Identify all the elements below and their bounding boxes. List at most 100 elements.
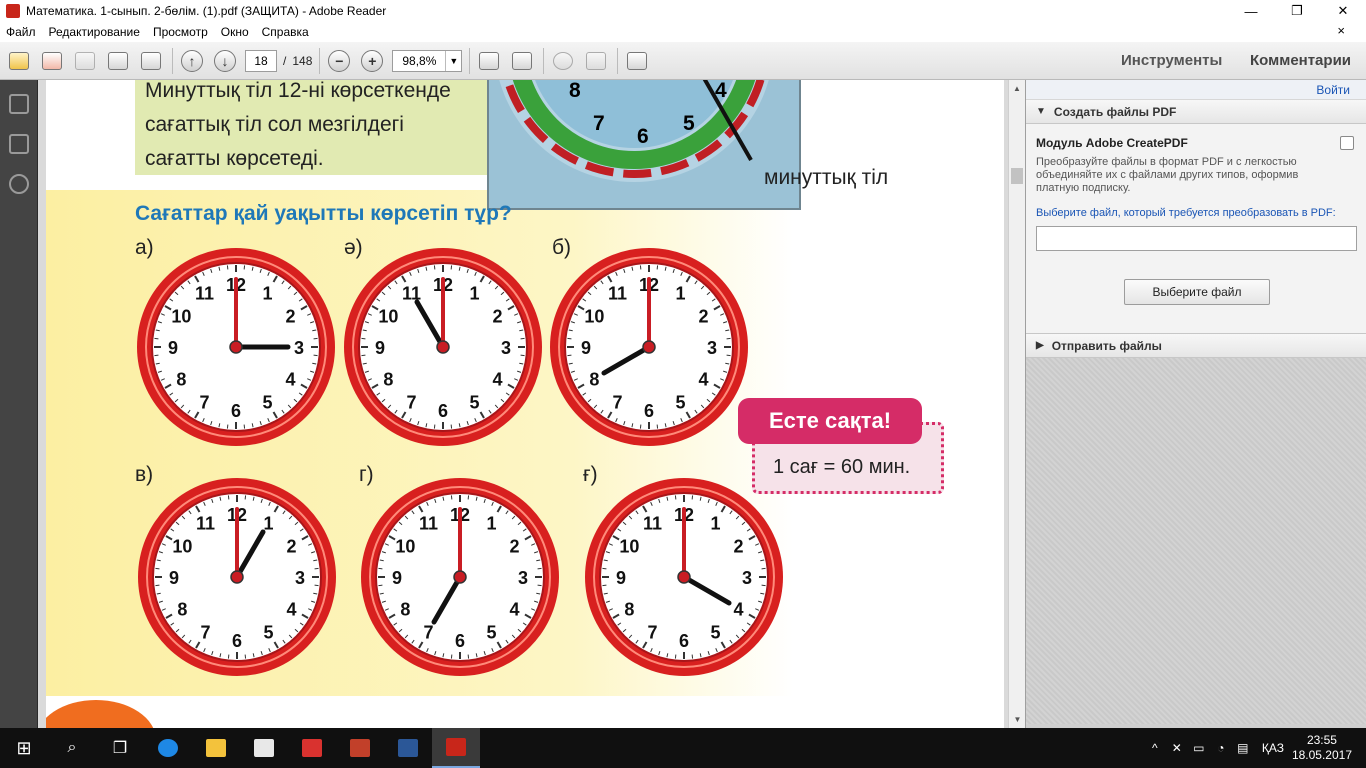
minimize-button[interactable]: — <box>1228 0 1274 22</box>
prev-page-button[interactable]: ↑ <box>178 47 206 75</box>
clock-number: 10 <box>172 537 192 557</box>
clock-number: 5 <box>710 623 720 643</box>
illustration-number: 7 <box>593 112 605 135</box>
clock-number: 6 <box>644 401 654 421</box>
clock-number: 1 <box>262 283 272 303</box>
clock-number: 3 <box>742 568 752 588</box>
highlighter-icon <box>586 51 607 70</box>
clock-number: 4 <box>286 370 296 390</box>
store-button[interactable] <box>240 728 288 768</box>
arrow-down-icon: ↓ <box>214 49 236 72</box>
signin-link[interactable]: Войти <box>1316 83 1350 97</box>
print-button[interactable] <box>104 47 132 75</box>
zoom-out-button[interactable]: − <box>325 47 353 75</box>
send-files-section-header[interactable]: ▶ Отправить файлы <box>1026 334 1366 358</box>
clock-face: 121234567891011 <box>137 477 337 677</box>
battery-icon[interactable]: ▭ <box>1188 741 1210 755</box>
clock-number: 7 <box>647 623 657 643</box>
tools-link[interactable]: Инструменты <box>1121 52 1222 69</box>
save-button[interactable] <box>71 47 99 75</box>
title-bar: Математика. 1-сынып. 2-бөлім. (1).pdf (З… <box>0 0 1366 22</box>
close-document-icon[interactable]: × <box>1337 23 1345 38</box>
illustration-number: 8 <box>569 80 581 102</box>
clock-face: 121234567891011 <box>584 477 784 677</box>
search-button[interactable]: ⌕ <box>48 728 96 768</box>
system-clock[interactable]: 23:55 18.05.2017 <box>1292 733 1352 763</box>
zoom-select[interactable]: 98,8% ▼ <box>392 49 463 72</box>
next-page-button[interactable]: ↓ <box>211 47 239 75</box>
chevron-up-icon[interactable]: ^ <box>1144 741 1166 755</box>
close-button[interactable]: ✕ <box>1320 0 1366 22</box>
clock-time: 23:55 <box>1306 733 1337 747</box>
menu-edit[interactable]: Редактирование <box>49 25 140 39</box>
wifi-icon[interactable]: ◔ <box>1210 741 1232 755</box>
create-pdf-section-header[interactable]: ▼ Создать файлы PDF <box>1026 100 1366 124</box>
notification-icon[interactable]: ▤ <box>1232 741 1254 755</box>
network-icon[interactable]: ✕ <box>1166 741 1188 755</box>
choose-file-button[interactable]: Выберите файл <box>1124 279 1270 305</box>
vertical-scrollbar[interactable]: ▲ ▼ <box>1008 80 1025 728</box>
explorer-button[interactable] <box>192 728 240 768</box>
menu-view[interactable]: Просмотр <box>153 25 208 39</box>
clock-number: 9 <box>375 338 385 358</box>
fit-width-button[interactable] <box>508 47 536 75</box>
email-button[interactable] <box>137 47 165 75</box>
menu-help[interactable]: Справка <box>262 25 309 39</box>
language-indicator[interactable]: ҚАЗ <box>1262 741 1284 755</box>
scroll-up-icon[interactable]: ▲ <box>1009 80 1025 97</box>
reader-app-button[interactable] <box>288 728 336 768</box>
clock-number: 10 <box>619 537 639 557</box>
create-pdf-button[interactable] <box>5 47 33 75</box>
clock-center <box>229 340 243 354</box>
clock-number: 2 <box>699 307 709 327</box>
scroll-down-icon[interactable]: ▼ <box>1009 711 1026 728</box>
clock-number: 2 <box>287 537 297 557</box>
task-view-button[interactable]: ❐ <box>96 728 144 768</box>
clock-number: 3 <box>518 568 528 588</box>
clock-number: 1 <box>263 513 273 533</box>
lock-icon[interactable] <box>9 94 29 114</box>
attachment-icon[interactable] <box>9 174 29 194</box>
clock-number: 11 <box>643 513 662 533</box>
edge-button[interactable] <box>144 728 192 768</box>
clock-center <box>453 570 467 584</box>
adobe-reader-icon <box>6 4 20 18</box>
document-area[interactable]: Минуттық тіл 12-ні көрсеткенде сағаттық … <box>38 80 1008 728</box>
create-pdf-section: Модуль Adobe CreatePDF Преобразуйте файл… <box>1026 124 1366 334</box>
pages-icon[interactable] <box>9 134 29 154</box>
combine-button[interactable] <box>38 47 66 75</box>
fit-page-button[interactable] <box>475 47 503 75</box>
info-text: Минуттық тіл 12-ні көрсеткенде сағаттық … <box>145 80 505 176</box>
adobe-reader-icon <box>446 738 466 756</box>
zoom-in-button[interactable]: + <box>358 47 386 75</box>
menu-bar: Файл Редактирование Просмотр Окно Справк… <box>0 22 1366 42</box>
app-button[interactable] <box>336 728 384 768</box>
maximize-button[interactable]: ❐ <box>1274 0 1320 22</box>
file-input[interactable] <box>1036 226 1357 251</box>
create-pdf-icon <box>9 51 29 70</box>
pdf-convert-icon[interactable] <box>1340 136 1354 150</box>
clock-face: 121234567891011 <box>549 247 749 447</box>
fullscreen-button[interactable] <box>623 47 651 75</box>
clock-number: 2 <box>286 307 296 327</box>
highlight-button[interactable] <box>582 47 610 75</box>
menu-window[interactable]: Окно <box>221 25 249 39</box>
clock-number: 2 <box>493 307 503 327</box>
clock-number: 1 <box>710 513 720 533</box>
fit-width-icon <box>512 51 533 70</box>
comments-link[interactable]: Комментарии <box>1250 52 1351 69</box>
start-button[interactable]: ⊞ <box>0 728 48 768</box>
page-number-input[interactable]: 18 <box>245 49 277 72</box>
system-tray: ^ ✕ ▭ ◔ ▤ ҚАЗ 23:55 18.05.2017 <box>1144 728 1366 768</box>
store-icon <box>254 739 274 757</box>
menu-file[interactable]: Файл <box>6 25 36 39</box>
comment-button[interactable] <box>549 47 577 75</box>
clock-number: 5 <box>675 393 685 413</box>
scroll-thumb[interactable] <box>1011 168 1023 184</box>
empty-panel-area <box>1026 358 1366 724</box>
chevron-down-icon[interactable]: ▼ <box>445 50 461 71</box>
word-button[interactable] <box>384 728 432 768</box>
pdf-page: Минуттық тіл 12-ні көрсеткенде сағаттық … <box>46 80 1004 728</box>
adobe-reader-taskbar-button[interactable] <box>432 728 480 768</box>
choose-file-label: Выберите файл, который требуется преобра… <box>1036 207 1336 219</box>
